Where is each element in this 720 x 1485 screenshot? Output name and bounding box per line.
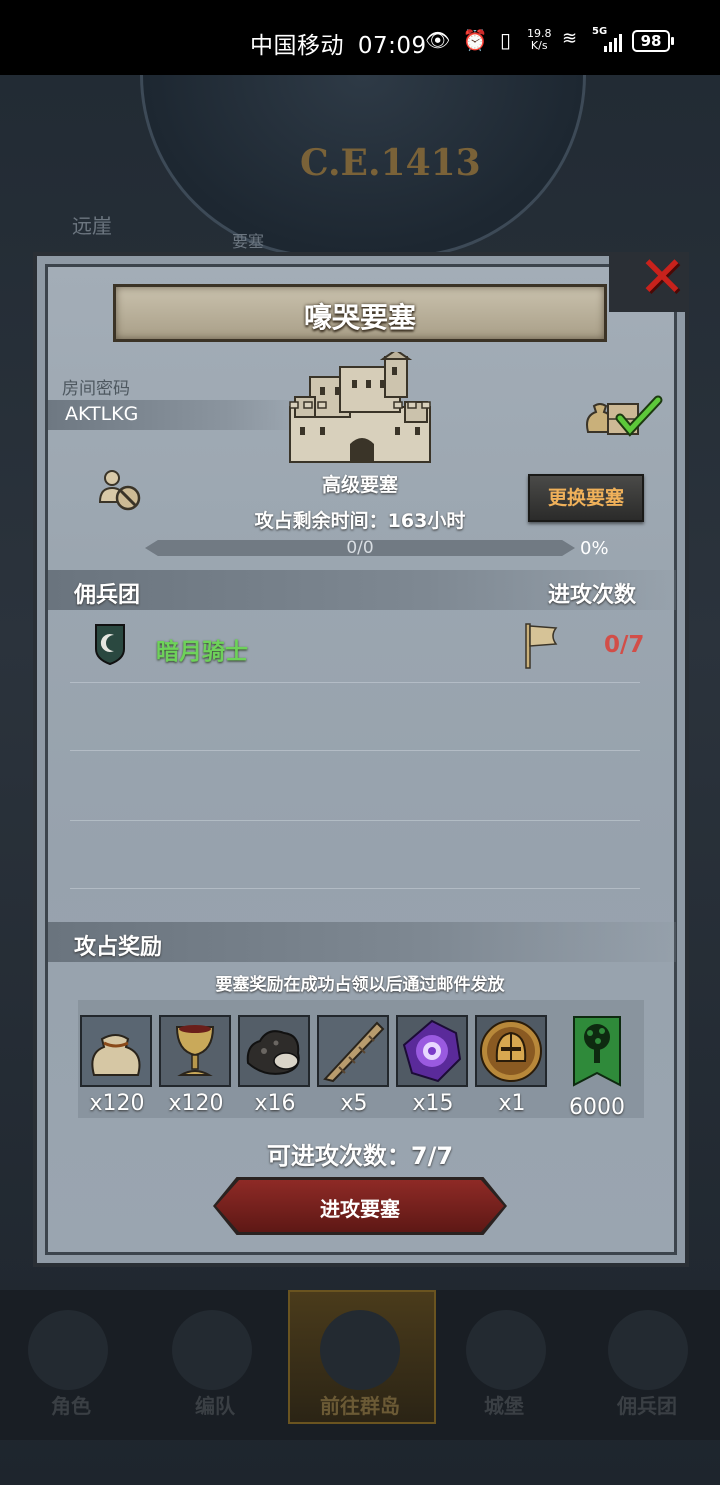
nav-archipelago[interactable]: 前往群岛	[305, 1390, 415, 1419]
ship-icon	[608, 1310, 688, 1390]
attacks-available: 可进攻次数：7/7	[266, 1142, 454, 1170]
reward-qty: x15	[412, 1091, 454, 1116]
mercenary-attack-count: 0/7	[604, 632, 645, 658]
net-speed: 19.8 K/s	[527, 28, 552, 52]
no-visitors-icon[interactable]	[96, 468, 144, 512]
row-divider	[70, 888, 640, 889]
horn-icon	[317, 1015, 389, 1087]
progress-count: 0/0	[346, 538, 374, 558]
flag-icon	[525, 623, 558, 669]
purple-gem-icon	[396, 1015, 468, 1087]
tree-banner-icon	[573, 1016, 621, 1087]
reward-qty: x1	[498, 1091, 526, 1116]
status-bar: 中国移动 07:09 👁 ⏰ ▯ 19.8 K/s ≋ 5G 98	[0, 0, 720, 75]
nav-mercenary[interactable]: 佣兵团	[592, 1390, 702, 1419]
reward-item[interactable]: 6000	[560, 1015, 634, 1120]
signal-icon	[604, 34, 622, 52]
character-icon	[28, 1310, 108, 1390]
guild-shield-icon	[95, 624, 125, 665]
mercenary-header: 佣兵团	[74, 583, 141, 608]
reward-item[interactable]: x16	[238, 1015, 312, 1116]
reward-qty: x5	[340, 1091, 368, 1116]
formation-icon	[172, 1310, 252, 1390]
rewards-note: 要塞奖励在成功占领以后通过邮件发放	[215, 975, 505, 995]
reward-qty: 6000	[569, 1095, 625, 1120]
sack-icon	[80, 1015, 152, 1087]
goblet-icon	[159, 1015, 231, 1087]
alarm-icon: ⏰	[462, 28, 488, 52]
fortress-tier: 高级要塞	[321, 474, 398, 496]
row-divider	[70, 682, 640, 683]
nav-formation[interactable]: 编队	[160, 1390, 270, 1419]
change-fortress-button[interactable]: 更换要塞	[528, 474, 644, 522]
reward-item[interactable]: x120	[159, 1015, 233, 1116]
room-code-label: 房间密码	[62, 379, 130, 399]
eye-icon: 👁	[425, 28, 451, 52]
net-speed-unit: K/s	[530, 39, 548, 52]
room-code-value[interactable]: AKTLKG	[65, 403, 138, 425]
row-divider	[70, 750, 640, 751]
carrier-label: 中国移动	[250, 33, 344, 59]
bg-fortress-label: 要塞	[232, 232, 265, 251]
castle-icon	[466, 1310, 546, 1390]
reward-item[interactable]: x5	[317, 1015, 391, 1116]
clock: 07:09	[357, 33, 427, 59]
status-icons: 👁 ⏰ ▯	[425, 28, 517, 52]
fortress-icon	[289, 352, 431, 463]
row-divider	[70, 820, 640, 821]
time-remaining: 攻占剩余时间：163小时	[254, 510, 466, 532]
progress-percent: 0%	[580, 538, 609, 559]
reward-item[interactable]: x15	[396, 1015, 470, 1116]
reward-qty: x120	[168, 1091, 224, 1116]
status-left: 中国移动 07:09	[250, 26, 433, 60]
close-icon[interactable]: ✕	[636, 250, 688, 306]
supplies-check-icon[interactable]	[584, 392, 664, 440]
world-year: C.E.1413	[300, 142, 481, 184]
battery-icon: 98	[632, 30, 674, 52]
nav-castle[interactable]: 城堡	[449, 1390, 559, 1419]
mercenary-name[interactable]: 暗月骑士	[156, 632, 248, 666]
reward-item[interactable]: x1	[475, 1015, 549, 1116]
reward-qty: x120	[89, 1091, 145, 1116]
ore-icon	[238, 1015, 310, 1087]
dialog-title: 嚎哭要塞	[303, 301, 416, 334]
rewards-header: 攻占奖励	[74, 935, 163, 960]
reward-qty: x16	[254, 1091, 296, 1116]
compass-icon	[320, 1310, 400, 1390]
nav-character[interactable]: 角色	[16, 1390, 126, 1419]
vibrate-icon: ▯	[500, 28, 512, 52]
helmet-medal-icon	[475, 1015, 547, 1087]
attack-fortress-label[interactable]: 进攻要塞	[216, 1193, 504, 1222]
bg-location-label: 远崖	[72, 214, 112, 238]
reward-item[interactable]: x120	[80, 1015, 154, 1116]
attacks-header: 进攻次数	[548, 583, 637, 608]
wifi-icon: ≋	[562, 28, 578, 49]
